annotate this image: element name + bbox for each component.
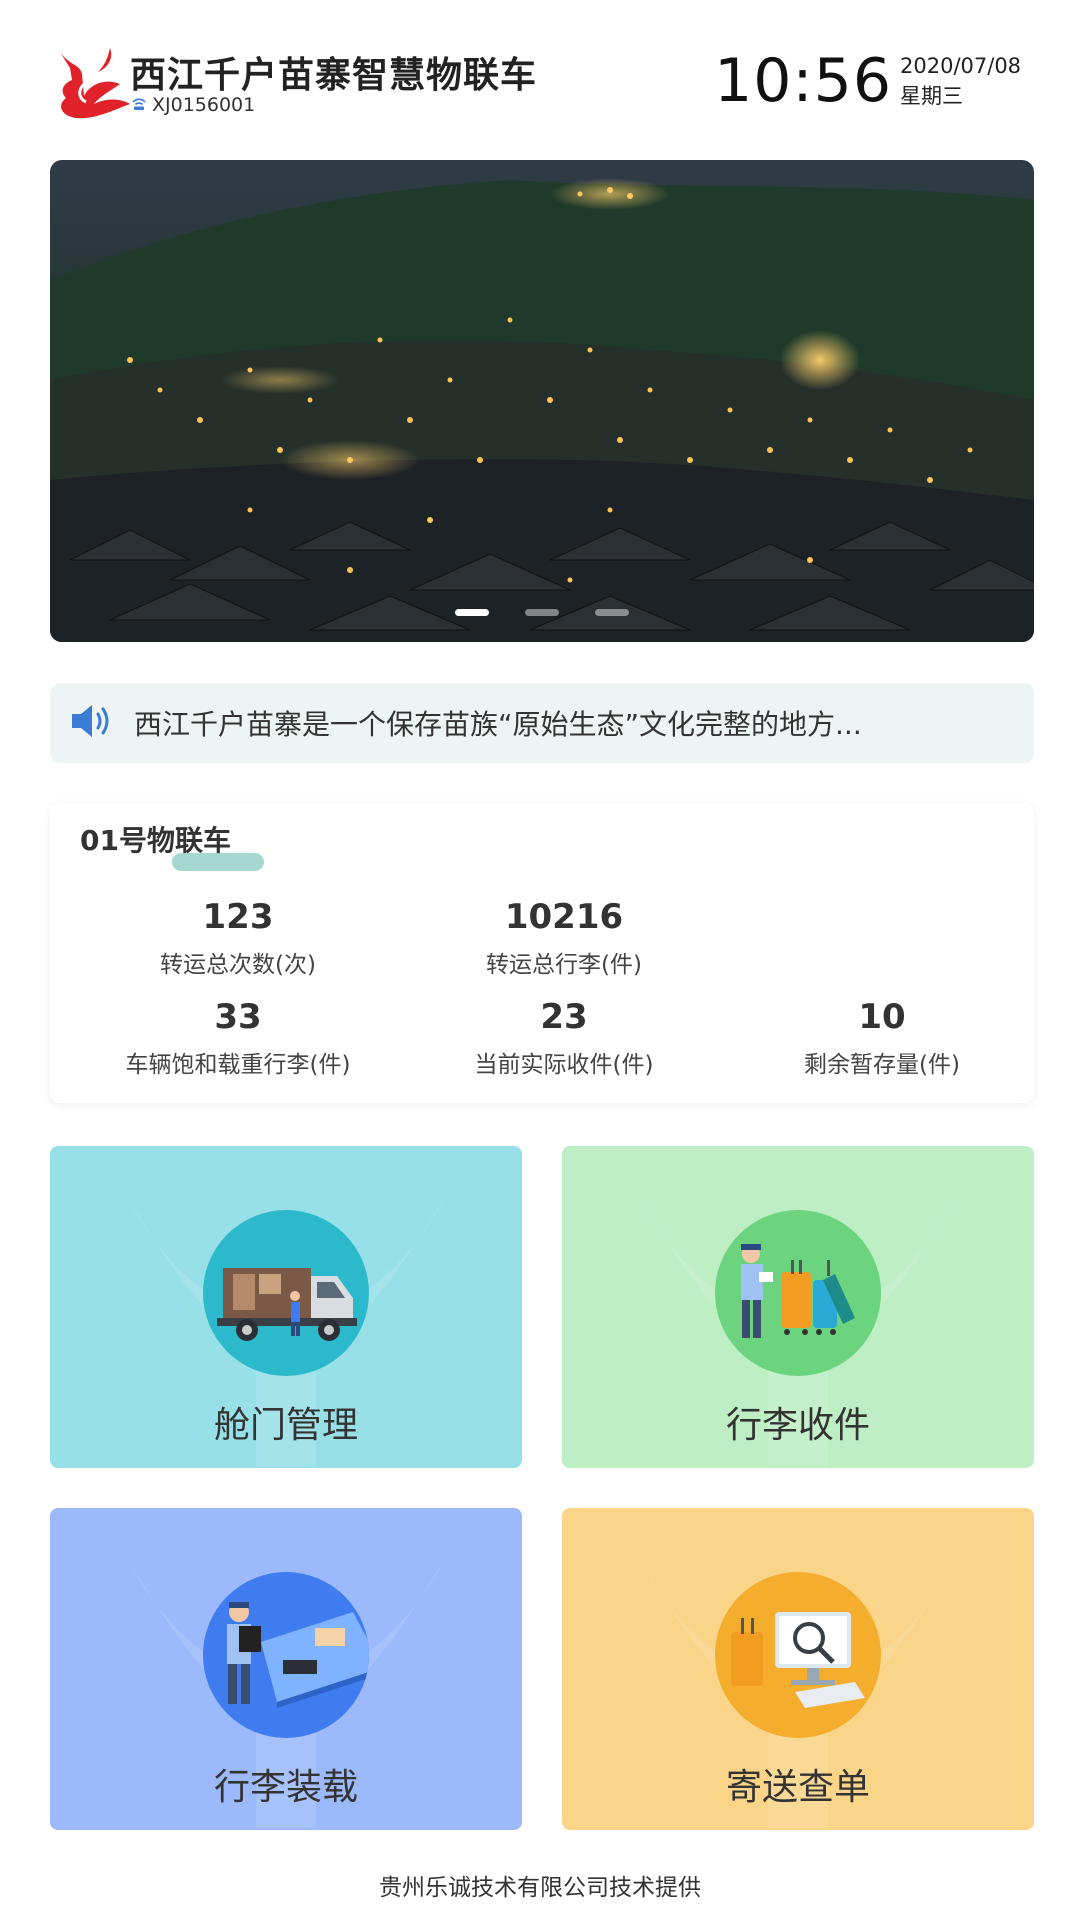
tile-order-lookup[interactable]: 寄送查单 [562,1508,1034,1830]
clock-time: 10:56 [714,46,892,116]
stat-label: 剩余暂存量(件) [804,1052,960,1078]
tile-label: 行李装载 [213,1767,358,1808]
tile-luggage-loading[interactable]: 行李装载 [50,1508,522,1830]
stat-value: 123 [202,897,274,937]
tile-label: 寄送查单 [725,1767,870,1808]
date-block: 2020/07/08 星期三 [900,54,1030,110]
banner-carousel[interactable] [50,160,1034,642]
carousel-dot[interactable] [595,609,629,616]
weekday-text: 星期三 [900,84,963,108]
stat-value: 33 [214,997,262,1037]
stat-total-luggage: 10216 转运总行李(件) [404,897,724,979]
stats-title-wrap: 01号物联车 [80,819,264,871]
stat-current-received: 23 当前实际收件(件) [404,997,724,1079]
header: 西江千户苗寨智慧物联车 XJ0156001 10:56 2020/07/08 星… [50,40,1030,130]
tile-luggage-receive[interactable]: 行李收件 [562,1146,1034,1468]
device-row: XJ0156001 [132,94,255,116]
stat-capacity: 33 车辆饱和载重行李(件) [78,997,398,1079]
stat-remaining-storage: 10 剩余暂存量(件) [722,997,1042,1079]
speaker-icon [70,701,116,745]
footer-credit: 贵州乐诚技术有限公司技术提供 [379,1875,701,1901]
stat-label: 转运总次数(次) [160,952,316,978]
notice-text: 西江千户苗寨是一个保存苗族“原始生态”文化完整的地方... [134,708,862,741]
app-title: 西江千户苗寨智慧物联车 [130,55,538,96]
luggage-loading-icon [203,1572,369,1738]
stat-label: 转运总行李(件) [486,952,642,978]
stat-label: 车辆饱和载重行李(件) [125,1052,351,1078]
stat-value: 10216 [504,897,624,937]
truck-icon [203,1210,369,1376]
carousel-dot[interactable] [525,609,559,616]
carousel-dot[interactable] [455,609,489,616]
banner-image [50,160,1034,642]
stat-total-trips: 123 转运总次数(次) [78,897,398,979]
tile-label: 行李收件 [725,1405,870,1446]
stats-title: 01号物联车 [80,824,231,857]
stat-label: 当前实际收件(件) [474,1052,654,1078]
device-id: XJ0156001 [152,94,256,116]
notice-bar[interactable]: 西江千户苗寨是一个保存苗族“原始生态”文化完整的地方... [50,683,1034,763]
order-search-icon [715,1572,881,1738]
vehicle-stats-card: 01号物联车 123 转运总次数(次) 10216 转运总行李(件) 33 车辆… [50,803,1034,1103]
logo-icon [50,44,140,124]
luggage-receive-icon [715,1210,881,1376]
wifi-icon [132,96,146,115]
carousel-indicator [50,609,1034,616]
stat-value: 23 [540,997,588,1037]
date-text: 2020/07/08 [900,54,1022,78]
tile-cabin-door[interactable]: 舱门管理 [50,1146,522,1468]
stat-value: 10 [858,997,906,1037]
tile-label: 舱门管理 [213,1405,358,1446]
